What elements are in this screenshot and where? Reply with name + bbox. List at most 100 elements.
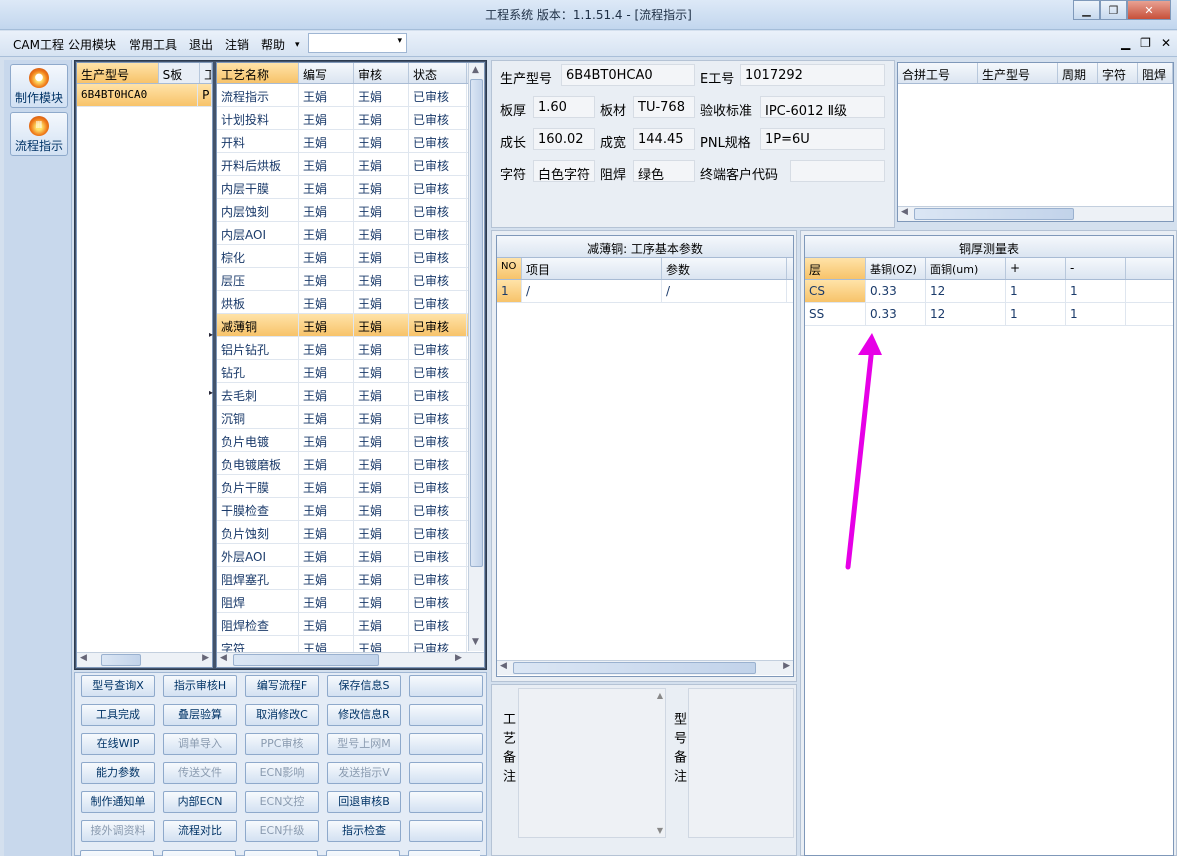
col-writer[interactable]: 编写	[299, 63, 354, 83]
hidden-button[interactable]	[244, 850, 318, 856]
table-row[interactable]: 负片电镀 王娟 王娟 已审核	[217, 429, 484, 452]
menu-dropdown-icon[interactable]: ▾	[295, 40, 300, 50]
table-row[interactable]: 阻焊检查 王娟 王娟 已审核	[217, 613, 484, 636]
blank-button[interactable]	[409, 704, 483, 726]
field-character[interactable]: 白色字符	[533, 160, 595, 183]
action-button[interactable]: 流程对比	[163, 820, 237, 842]
action-button[interactable]: 型号查询X	[81, 675, 155, 697]
field-length[interactable]: 160.02	[533, 128, 595, 150]
merge-hscrollbar[interactable]: ◀	[898, 206, 1173, 221]
col-character[interactable]: 字符	[1098, 63, 1138, 83]
table-row[interactable]: 内层AOI 王娟 王娟 已审核	[217, 222, 484, 245]
action-button[interactable]: 工具完成	[81, 704, 155, 726]
table-row[interactable]: SS 0.33 12 1 1	[805, 303, 1173, 326]
params-hscrollbar[interactable]: ◀ ▶	[497, 660, 793, 675]
sidebar-item-production-module[interactable]: ● 制作模块	[10, 64, 68, 108]
scroll-right-icon[interactable]: ▶	[202, 653, 209, 663]
blank-button[interactable]	[409, 820, 483, 842]
process-remark-field[interactable]: ▲ ▼	[518, 688, 666, 838]
col-plus[interactable]: +	[1006, 258, 1066, 279]
mdi-close-icon[interactable]: ✕	[1161, 36, 1171, 50]
col-period[interactable]: 周期	[1058, 63, 1098, 83]
table-row[interactable]: 6B4BT0HCA0 P	[77, 84, 212, 107]
action-button[interactable]: ECN升级	[245, 820, 319, 842]
action-button[interactable]: 指示审核H	[163, 675, 237, 697]
scroll-thumb[interactable]	[233, 654, 379, 666]
action-button[interactable]: 指示检查	[327, 820, 401, 842]
action-button[interactable]: 制作通知单	[81, 791, 155, 813]
action-button[interactable]: 调单导入	[163, 733, 237, 755]
table-row[interactable]: 干膜检查 王娟 王娟 已审核	[217, 498, 484, 521]
mdi-minimize-icon[interactable]: ▁	[1121, 36, 1130, 50]
scroll-thumb[interactable]	[101, 654, 141, 666]
col-more[interactable]: 工	[200, 63, 213, 83]
table-row[interactable]: 烘板 王娟 王娟 已审核	[217, 291, 484, 314]
table-row[interactable]: 流程指示 王娟 王娟 已审核	[217, 84, 484, 107]
scroll-right-icon[interactable]: ▶	[783, 661, 790, 671]
col-solder[interactable]: 阻焊	[1138, 63, 1173, 83]
mdi-restore-icon[interactable]: ❐	[1140, 36, 1151, 50]
table-row[interactable]: 1 / /	[497, 280, 793, 303]
table-row[interactable]: 内层蚀刻 王娟 王娟 已审核	[217, 199, 484, 222]
blank-button[interactable]	[409, 733, 483, 755]
scroll-thumb[interactable]	[914, 208, 1074, 220]
action-button[interactable]: 能力参数	[81, 762, 155, 784]
blank-button[interactable]	[409, 675, 483, 697]
product-hscrollbar[interactable]: ◀ ▶	[77, 652, 212, 667]
table-row[interactable]: 去毛刺 王娟 王娟 已审核	[217, 383, 484, 406]
action-button[interactable]: 修改信息R	[327, 704, 401, 726]
menu-help[interactable]: 帮助	[261, 36, 285, 53]
table-row[interactable]: CS 0.33 12 1 1	[805, 280, 1173, 303]
process-vscrollbar[interactable]: ▲ ▼	[468, 63, 484, 651]
action-button[interactable]: 保存信息S	[327, 675, 401, 697]
col-model[interactable]: 生产型号	[978, 63, 1058, 83]
hidden-button[interactable]	[162, 850, 236, 856]
col-reviewer[interactable]: 审核	[354, 63, 409, 83]
action-button[interactable]: 取消修改C	[245, 704, 319, 726]
action-button[interactable]: 传送文件	[163, 762, 237, 784]
scroll-left-icon[interactable]: ◀	[80, 653, 87, 663]
action-button[interactable]: 发送指示V	[327, 762, 401, 784]
field-solder-mask[interactable]: 绿色	[633, 160, 695, 183]
maximize-icon[interactable]: ❐	[1100, 0, 1127, 20]
field-standard[interactable]: IPC-6012 Ⅱ级	[760, 96, 885, 119]
action-button[interactable]: 回退审核B	[327, 791, 401, 813]
minimize-icon[interactable]: ▁	[1073, 0, 1100, 20]
table-row[interactable]: 开料后烘板 王娟 王娟 已审核	[217, 153, 484, 176]
col-s-board[interactable]: S板	[158, 63, 201, 83]
process-hscrollbar[interactable]: ◀ ▶	[217, 652, 484, 667]
field-width[interactable]: 144.45	[633, 128, 695, 150]
col-merge-no[interactable]: 合拼工号	[898, 63, 978, 83]
hidden-button[interactable]	[326, 850, 400, 856]
action-button[interactable]: 在线WIP	[81, 733, 155, 755]
model-remark-field[interactable]	[688, 688, 794, 838]
table-row[interactable]: 钻孔 王娟 王娟 已审核	[217, 360, 484, 383]
col-base-copper[interactable]: 基铜(OZ)	[866, 258, 926, 279]
hidden-button[interactable]	[80, 850, 154, 856]
menu-logout[interactable]: 注销	[225, 36, 249, 53]
menu-exit[interactable]: 退出	[189, 36, 213, 53]
table-row[interactable]: 棕化 王娟 王娟 已审核	[217, 245, 484, 268]
table-row[interactable]: 负电镀磨板 王娟 王娟 已审核	[217, 452, 484, 475]
scroll-left-icon[interactable]: ◀	[500, 661, 507, 671]
field-e-number[interactable]: 1017292	[740, 64, 885, 86]
menu-cam[interactable]: CAM工程	[13, 36, 64, 53]
scroll-down-icon[interactable]: ▼	[472, 637, 479, 647]
col-minus[interactable]: -	[1066, 258, 1126, 279]
table-row[interactable]: 阻焊塞孔 王娟 王娟 已审核	[217, 567, 484, 590]
table-row[interactable]: 负片蚀刻 王娟 王娟 已审核	[217, 521, 484, 544]
scroll-left-icon[interactable]: ◀	[901, 207, 908, 217]
action-button[interactable]: ECN文控	[245, 791, 319, 813]
table-row[interactable]: 计划投料 王娟 王娟 已审核	[217, 107, 484, 130]
action-button[interactable]: 接外调资料	[81, 820, 155, 842]
scroll-thumb[interactable]	[513, 662, 756, 674]
col-layer[interactable]: 层	[805, 258, 866, 279]
table-row[interactable]: 负片干膜 王娟 王娟 已审核	[217, 475, 484, 498]
col-param[interactable]: 参数	[662, 258, 787, 279]
action-button[interactable]: PPC审核	[245, 733, 319, 755]
menu-common-modules[interactable]: 公用模块	[68, 36, 116, 53]
col-item[interactable]: 项目	[522, 258, 662, 279]
table-row[interactable]: 开料 王娟 王娟 已审核	[217, 130, 484, 153]
col-surface-copper[interactable]: 面铜(um)	[926, 258, 1006, 279]
field-material[interactable]: TU-768	[633, 96, 695, 118]
